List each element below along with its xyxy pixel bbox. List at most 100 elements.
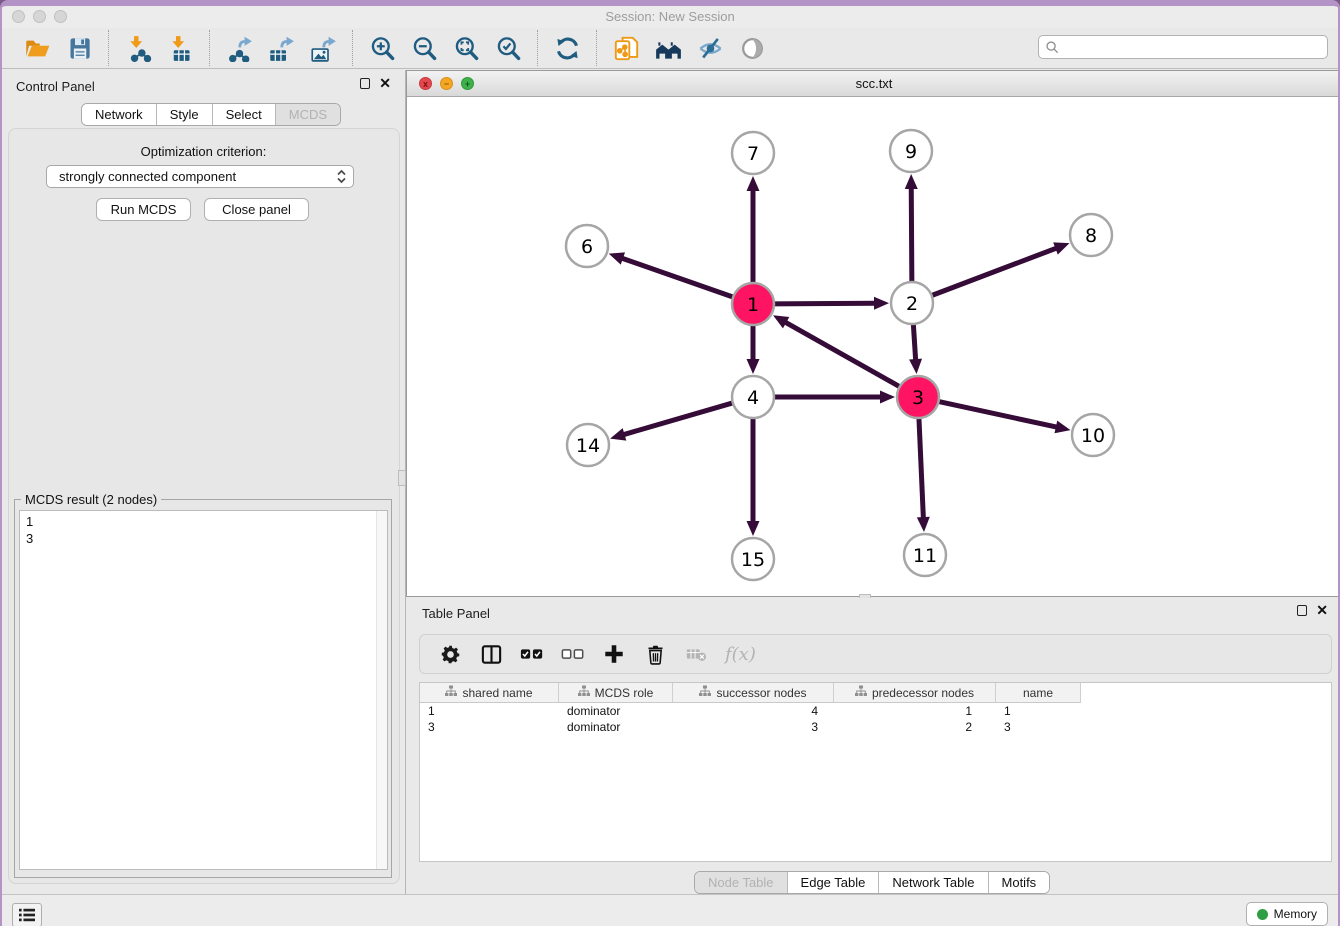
table-cell[interactable]: 2 — [834, 719, 996, 735]
arrowhead-icon — [610, 428, 626, 440]
arrowhead-icon — [747, 521, 760, 536]
tab-select[interactable]: Select — [212, 104, 275, 125]
save-session-icon[interactable] — [64, 33, 94, 63]
zoom-selected-icon[interactable] — [493, 33, 523, 63]
node-label-3: 3 — [912, 387, 924, 409]
table-cell[interactable]: dominator — [559, 703, 673, 719]
tab-mcds[interactable]: MCDS — [275, 104, 340, 125]
edge-3-1[interactable] — [784, 322, 901, 388]
selected-criterion: strongly connected component — [59, 169, 336, 184]
edge-2-3[interactable] — [913, 322, 915, 361]
column-header-name[interactable]: name — [996, 683, 1081, 703]
delete-column-icon[interactable] — [643, 642, 667, 666]
network-view-window: x − + scc.txt 7968124314101511 — [406, 70, 1340, 597]
table-cell[interactable]: 1 — [834, 703, 996, 719]
tab-network[interactable]: Network — [82, 104, 156, 125]
control-panel: Control Panel ✕ NetworkStyleSelectMCDS O… — [2, 70, 406, 894]
search-icon — [1045, 40, 1060, 55]
edge-2-8[interactable] — [930, 248, 1058, 296]
zoom-in-icon[interactable] — [367, 33, 397, 63]
hide-selected-icon[interactable] — [695, 33, 725, 63]
import-network-icon[interactable] — [123, 33, 153, 63]
zoom-fit-icon[interactable] — [451, 33, 481, 63]
arrowhead-icon — [874, 297, 889, 310]
show-columns-icon[interactable] — [479, 642, 503, 666]
table-cell[interactable]: dominator — [559, 719, 673, 735]
close-table-panel-icon[interactable]: ✕ — [1316, 604, 1328, 616]
arrowhead-icon — [917, 517, 930, 532]
task-history-button[interactable] — [12, 903, 42, 926]
table-cell[interactable]: 3 — [673, 719, 834, 735]
table-cell[interactable]: 3 — [420, 719, 559, 735]
table-cell[interactable]: 1 — [420, 703, 559, 719]
chevron-updown-icon — [336, 169, 347, 184]
table-panel: Table Panel ✕ — [406, 598, 1340, 894]
import-table-icon[interactable] — [165, 33, 195, 63]
column-header-successor-nodes[interactable]: successor nodes — [673, 683, 834, 703]
close-panel-icon[interactable]: ✕ — [379, 77, 391, 89]
tab-style[interactable]: Style — [156, 104, 212, 125]
tab-network-table[interactable]: Network Table — [878, 872, 987, 893]
node-label-15: 15 — [741, 549, 765, 571]
run-mcds-button[interactable]: Run MCDS — [96, 198, 191, 221]
edge-1-2[interactable] — [772, 303, 876, 304]
tab-node-table[interactable]: Node Table — [695, 872, 787, 893]
search-input[interactable] — [1060, 37, 1327, 57]
table-cell[interactable]: 3 — [996, 719, 1081, 735]
optimization-criterion-select[interactable]: strongly connected component — [46, 165, 354, 188]
node-table[interactable]: shared name MCDS role successor nodes prede… — [419, 682, 1332, 862]
mcds-result-list[interactable]: 1 3 — [19, 510, 388, 870]
export-table-icon[interactable] — [266, 33, 296, 63]
zoom-out-icon[interactable] — [409, 33, 439, 63]
table-cell[interactable]: 4 — [673, 703, 834, 719]
network-canvas[interactable]: 7968124314101511 — [407, 97, 1340, 596]
table-row[interactable]: 3dominator323 — [420, 719, 1331, 735]
open-file-icon[interactable] — [22, 33, 52, 63]
arrowhead-icon — [880, 391, 895, 404]
edge-3-10[interactable] — [937, 401, 1058, 427]
memory-label: Memory — [1274, 907, 1317, 921]
network-window-titlebar[interactable]: x − + scc.txt — [407, 71, 1340, 97]
table-mode-gear-icon[interactable] — [438, 642, 462, 666]
column-type-icon — [578, 685, 590, 700]
task-list-icon — [18, 907, 36, 923]
arrowhead-icon — [747, 176, 760, 191]
column-header-predecessor-nodes[interactable]: predecessor nodes — [834, 683, 996, 703]
vertical-splitter-grip[interactable] — [398, 470, 406, 486]
node-label-6: 6 — [581, 236, 593, 258]
edge-1-6[interactable] — [621, 258, 735, 298]
table-toolbar: f(x) — [419, 634, 1332, 674]
first-neighbors-icon[interactable] — [653, 33, 683, 63]
export-network-icon[interactable] — [224, 33, 254, 63]
tab-edge-table[interactable]: Edge Table — [787, 872, 879, 893]
float-panel-icon[interactable] — [360, 78, 370, 89]
edge-3-11[interactable] — [919, 416, 924, 519]
scrollbar[interactable] — [376, 511, 387, 869]
column-label: predecessor nodes — [872, 686, 974, 700]
node-label-7: 7 — [747, 143, 759, 165]
show-graphics-details-icon[interactable] — [737, 33, 767, 63]
node-label-4: 4 — [747, 387, 759, 409]
arrowhead-icon — [905, 174, 918, 189]
column-header-shared-name[interactable]: shared name — [420, 683, 559, 703]
export-image-icon[interactable] — [308, 33, 338, 63]
edge-4-14[interactable] — [623, 402, 735, 435]
edge-2-9[interactable] — [911, 187, 912, 284]
tab-motifs[interactable]: Motifs — [988, 872, 1050, 893]
create-column-icon[interactable] — [602, 642, 626, 666]
table-cell[interactable]: 1 — [996, 703, 1081, 719]
memory-button[interactable]: Memory — [1246, 902, 1328, 926]
float-table-panel-icon[interactable] — [1297, 605, 1307, 616]
search-field[interactable] — [1038, 35, 1328, 59]
column-header-MCDS-role[interactable]: MCDS role — [559, 683, 673, 703]
apply-layout-icon[interactable] — [552, 33, 582, 63]
clone-network-icon[interactable] — [611, 33, 641, 63]
deselect-all-icon[interactable] — [561, 642, 585, 666]
application-window: Session: New Session — [0, 0, 1340, 926]
select-all-icon[interactable] — [520, 642, 544, 666]
table-row[interactable]: 1dominator411 — [420, 703, 1331, 719]
column-label: shared name — [462, 686, 532, 700]
column-type-icon — [699, 685, 711, 700]
close-panel-button[interactable]: Close panel — [204, 198, 309, 221]
column-label: MCDS role — [595, 686, 654, 700]
